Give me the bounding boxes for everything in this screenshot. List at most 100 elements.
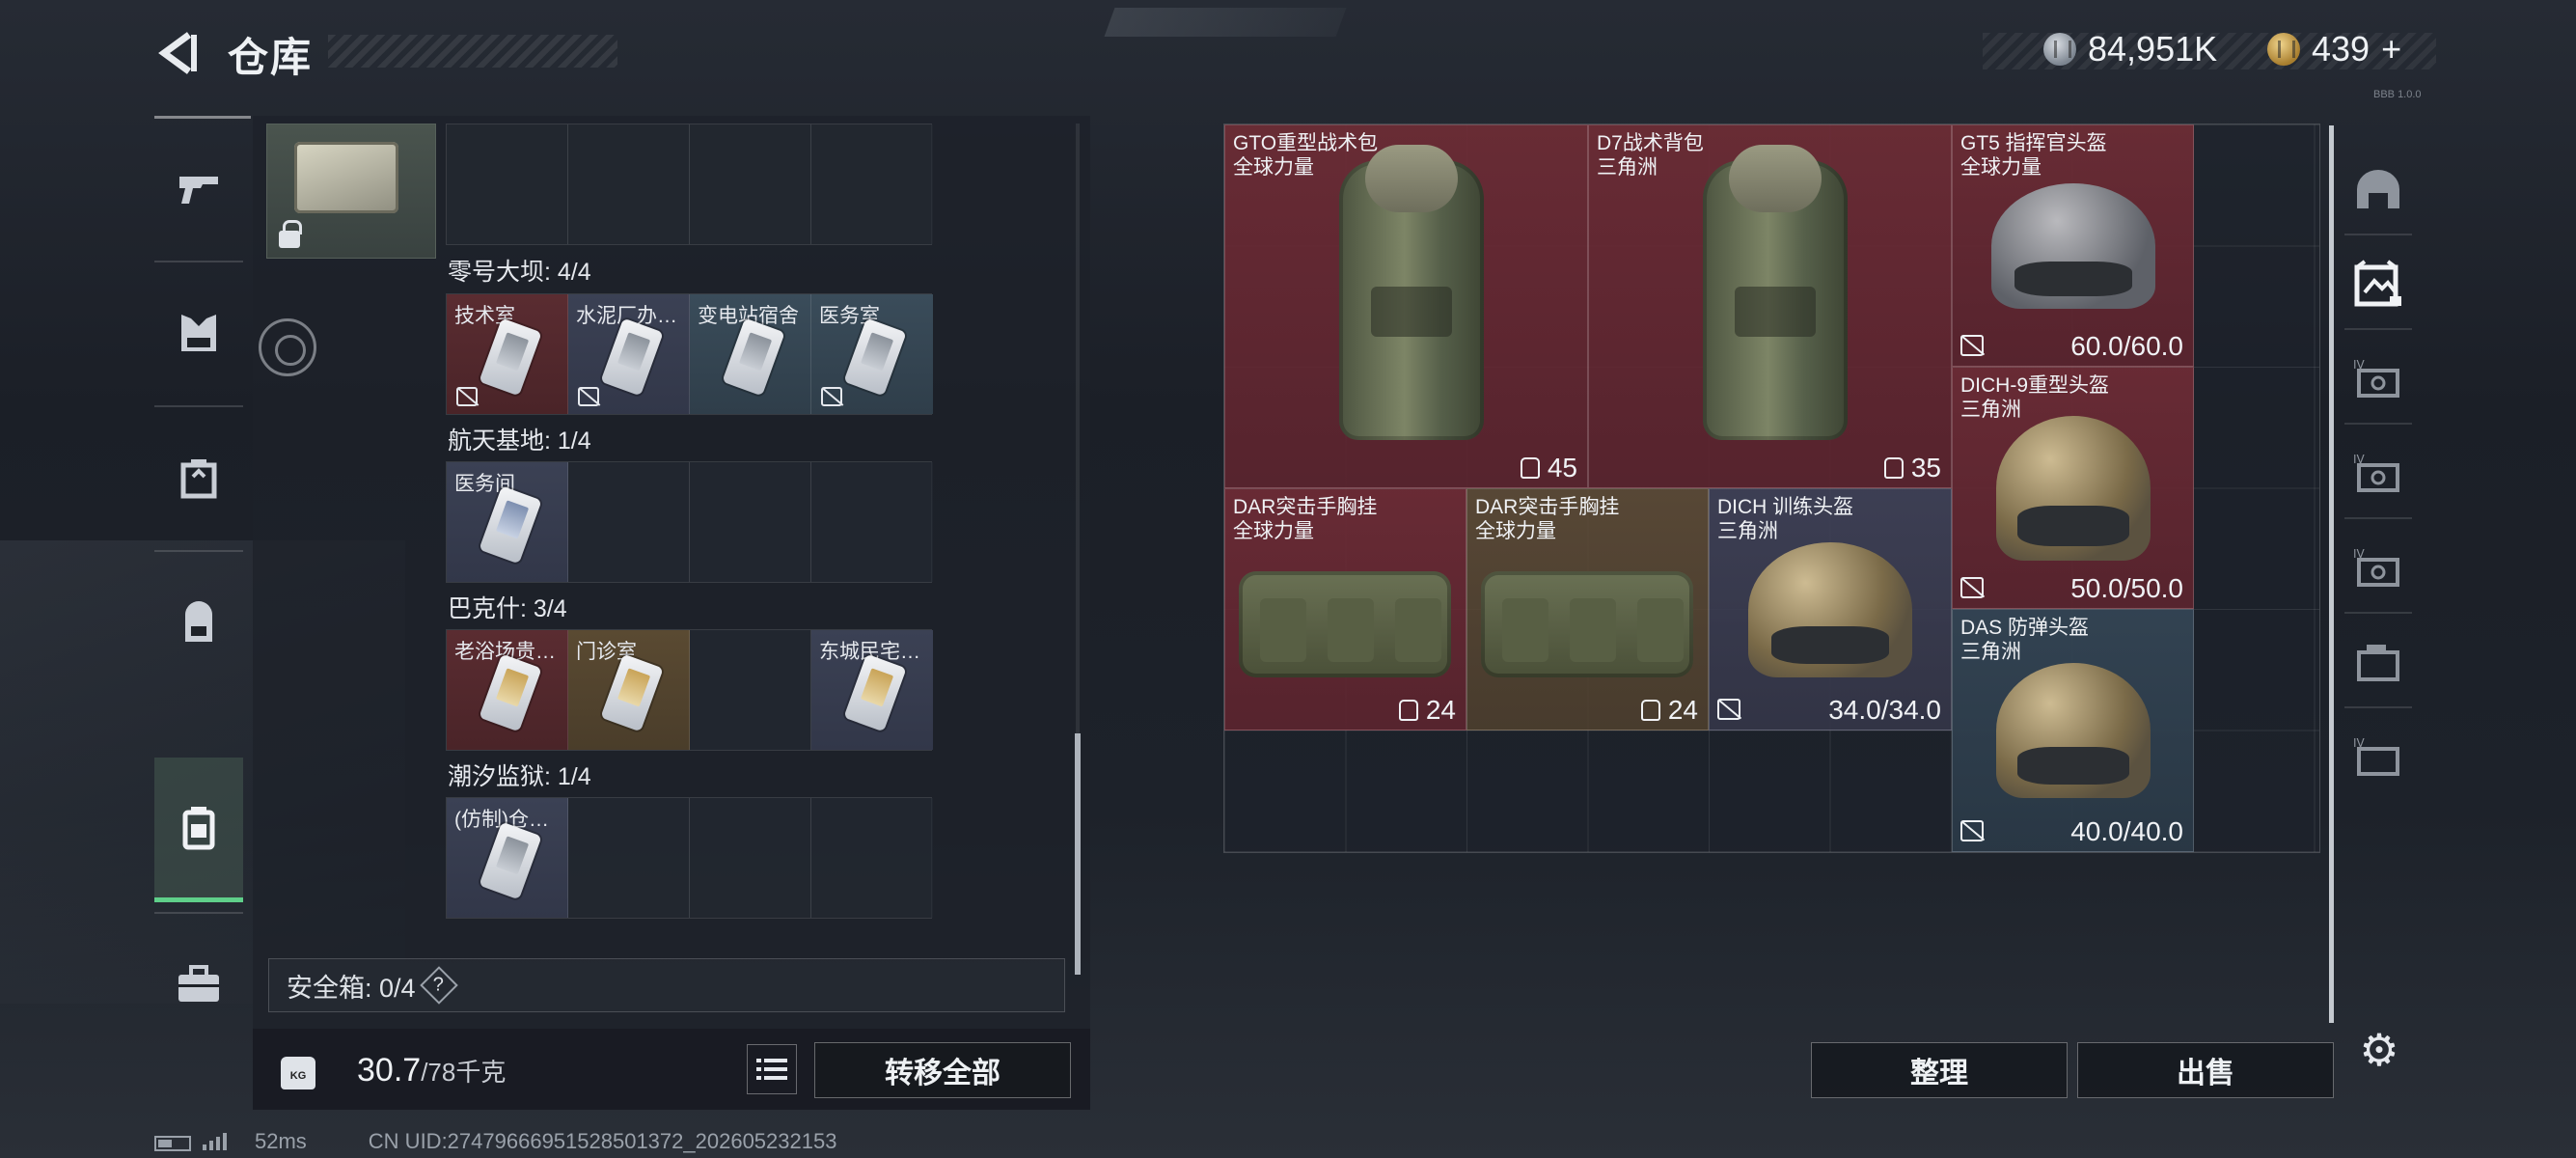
item-name: GTO重型战术包 全球力量 [1233, 132, 1379, 179]
key-slot[interactable]: 门诊室 [568, 630, 690, 750]
helmet-image [1991, 183, 2155, 309]
key-slot[interactable]: 老浴场贵… [447, 630, 568, 750]
item-das-helmet[interactable]: DAS 防弹头盔 三角洲 40.0/40.0 [1952, 609, 2194, 852]
helmet-image [1996, 663, 2151, 798]
item-capacity: 45 [1520, 453, 1577, 483]
empty-slot[interactable] [568, 124, 690, 244]
item-name: DAR突击手胸挂 全球力量 [1233, 496, 1378, 542]
helmet-image [1996, 416, 2151, 561]
key-row-prison: (仿制)仓… [446, 797, 933, 919]
right-scrollbar[interactable] [2329, 125, 2334, 1023]
chest-rig-tab[interactable] [154, 405, 243, 550]
key-row-dam: 技术室 水泥厂办… 变电站宿舍 医务室 [446, 293, 933, 415]
list-icon [756, 1059, 787, 1080]
empty-slot[interactable] [811, 124, 933, 244]
empty-slot[interactable] [811, 462, 933, 582]
back-icon[interactable] [154, 29, 203, 77]
backpack-image [1703, 145, 1848, 440]
key-slot[interactable]: 技术室 [447, 294, 568, 414]
item-capacity: 35 [1883, 453, 1941, 483]
key-slot[interactable]: (仿制)仓… [447, 798, 568, 918]
keycard-icon [479, 317, 542, 397]
empty-slot[interactable] [811, 798, 933, 918]
item-dich-training-helmet[interactable]: DICH 训练头盔 三角洲 34.0/34.0 [1709, 488, 1952, 731]
tier4-icon: IV [2353, 453, 2399, 492]
keycard-icon [479, 821, 542, 900]
item-d7-backpack[interactable]: D7战术背包 三角洲 35 [1588, 124, 1952, 488]
settings-gear-icon[interactable]: ⚙ [2352, 1023, 2406, 1077]
add-gold-button[interactable]: + [2381, 29, 2401, 69]
rig-image [1239, 571, 1451, 677]
safe-box-bar[interactable]: 安全箱: 0/4 ? [268, 958, 1065, 1012]
key-slot[interactable]: 医务室 [811, 294, 933, 414]
gold-coin-icon [2267, 33, 2300, 66]
weight-readout: 30.7/78千克 [357, 1052, 507, 1089]
no-discard-icon [821, 387, 842, 406]
lock-icon [279, 220, 302, 248]
sell-button[interactable]: 出售 [2077, 1042, 2334, 1098]
key-slot[interactable]: 变电站宿舍 [690, 294, 811, 414]
no-discard-icon [456, 387, 478, 406]
empty-slot[interactable] [690, 630, 811, 750]
tier4-tab-d[interactable]: IV [2335, 712, 2422, 801]
keycard-icon [479, 485, 542, 565]
gear-filter-icon [2354, 260, 2401, 307]
tier4-tab-c[interactable]: IV [2335, 523, 2422, 614]
transfer-all-button[interactable]: 转移全部 [814, 1042, 1071, 1098]
empty-slot[interactable] [568, 798, 690, 918]
group-label-spacebase: 航天基地: 1/4 [448, 427, 591, 455]
item-gto-backpack[interactable]: GTO重型战术包 全球力量 45 [1224, 124, 1588, 488]
empty-slot[interactable] [690, 124, 811, 244]
list-view-button[interactable] [747, 1044, 797, 1094]
equipment-grid: GTO重型战术包 全球力量 45 D7战术背包 三角洲 35 GT5 指挥官头盔 全球… [1223, 124, 2320, 853]
key-case-slot[interactable] [266, 124, 436, 259]
item-dar-rig-1[interactable]: DAR突击手胸挂 全球力量 24 [1224, 488, 1466, 731]
key-slot[interactable]: 水泥厂办… [568, 294, 690, 414]
key-case-empty-row [446, 124, 933, 245]
group-label-bakhsh: 巴克什: 3/4 [448, 595, 567, 622]
no-discard-icon [1960, 335, 1984, 356]
status-bar: 52ms CN UID:27479666951528501372_2026052… [154, 1129, 836, 1154]
medkit-tab[interactable] [154, 912, 243, 1057]
helmet-image [1748, 542, 1912, 677]
key-row-bakhsh: 老浴场贵… 门诊室 东城民宅… [446, 629, 933, 751]
backpack-tab[interactable] [154, 550, 243, 695]
tier4-tab-b[interactable]: IV [2335, 428, 2422, 519]
key-slot[interactable]: 医务间 [447, 462, 568, 582]
item-gt5-helmet[interactable]: GT5 指挥官头盔 全球力量 60.0/60.0 [1952, 124, 2194, 367]
armor-filter-tab[interactable] [2335, 239, 2422, 330]
item-dich9-helmet[interactable]: DICH-9重型头盔 三角洲 50.0/50.0 [1952, 367, 2194, 609]
tier4-tab-a[interactable]: IV [2335, 334, 2422, 425]
rig-icon [1398, 700, 1418, 721]
item-dar-rig-2[interactable]: DAR突击手胸挂 全球力量 24 [1466, 488, 1709, 731]
backpack-image [1339, 145, 1484, 440]
version-label: BBB 1.0.0 [2373, 89, 2422, 100]
helmet-tab[interactable] [2335, 145, 2422, 235]
tier4-icon: IV [2353, 547, 2399, 587]
left-scroll-thumb[interactable] [1075, 733, 1081, 975]
item-name: DICH 训练头盔 三角洲 [1717, 496, 1854, 542]
empty-slot[interactable] [568, 462, 690, 582]
key-case-icon [294, 142, 398, 213]
pistol-icon [179, 177, 218, 204]
item-durability: 60.0/60.0 [2070, 331, 2183, 361]
backpack-icon [185, 601, 212, 642]
empty-slot[interactable] [690, 798, 811, 918]
case-tab[interactable] [2335, 618, 2422, 708]
rig-icon [1640, 700, 1660, 721]
item-name: GT5 指挥官头盔 全球力量 [1960, 132, 2107, 179]
key-row-spacebase: 医务间 [446, 461, 933, 583]
armor-tab[interactable] [154, 261, 243, 405]
key-slot[interactable]: 东城民宅… [811, 630, 933, 750]
rig-icon [180, 459, 217, 499]
gold-currency[interactable]: 439 + [2267, 29, 2401, 69]
help-icon[interactable]: ? [419, 966, 458, 1005]
empty-slot[interactable] [447, 124, 568, 244]
left-tab-bar [154, 116, 243, 1081]
keys-tab[interactable] [154, 758, 243, 902]
sort-button[interactable]: 整理 [1811, 1042, 2068, 1098]
empty-slot[interactable] [690, 462, 811, 582]
item-durability: 34.0/34.0 [1828, 695, 1941, 725]
group-label-dam: 零号大坝: 4/4 [448, 259, 591, 286]
weapons-tab[interactable] [154, 116, 243, 261]
